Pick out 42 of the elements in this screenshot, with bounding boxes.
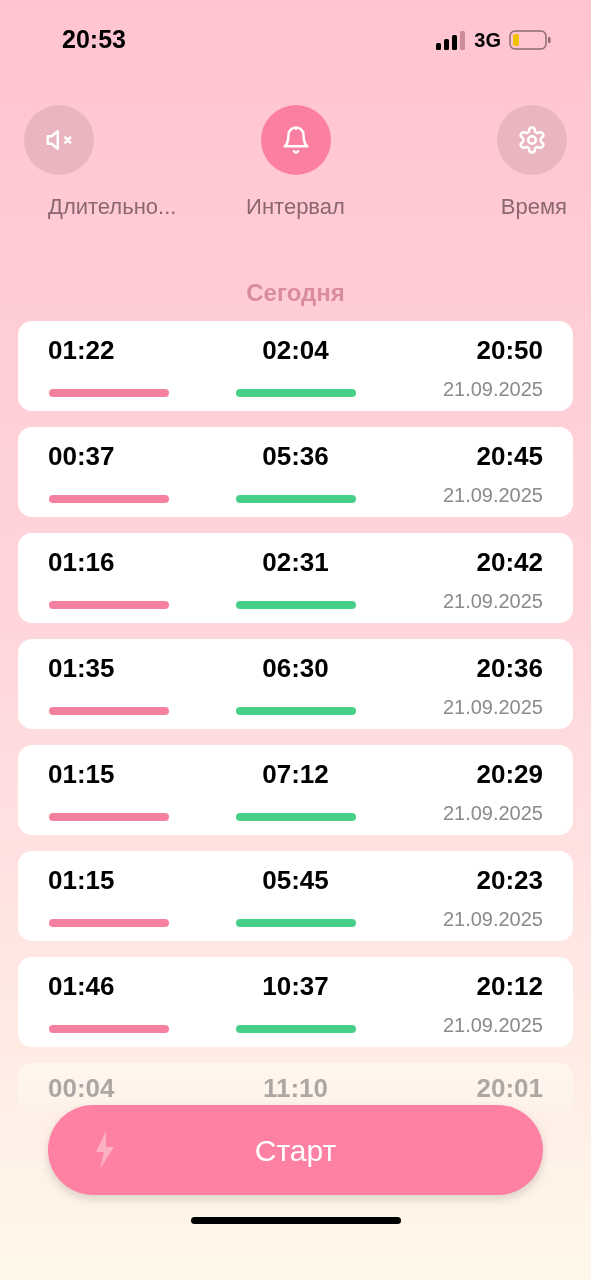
interval-text: 06:30 bbox=[262, 655, 329, 681]
date-text: 21.09.2025 bbox=[442, 803, 543, 823]
tab[interactable]: Длительно... bbox=[24, 105, 205, 223]
duration-text: 01:15 bbox=[48, 867, 115, 893]
start-button[interactable]: Старт bbox=[48, 1105, 543, 1195]
time-text: 20:23 bbox=[476, 867, 543, 893]
signal-icon bbox=[436, 30, 467, 50]
time-text: 20:36 bbox=[476, 655, 543, 681]
tab[interactable]: Интервал bbox=[205, 105, 386, 223]
interval-text: 07:12 bbox=[262, 761, 329, 787]
date-text: 21.09.2025 bbox=[442, 1015, 543, 1035]
date-text: 21.09.2025 bbox=[442, 909, 543, 929]
battery-icon bbox=[509, 30, 551, 50]
lightning-icon bbox=[94, 1131, 116, 1169]
date-text: 21.09.2025 bbox=[442, 697, 543, 717]
duration-text: 00:37 bbox=[48, 443, 115, 469]
duration-text: 01:15 bbox=[48, 761, 115, 787]
time-text: 20:12 bbox=[476, 973, 543, 999]
clock-text: 20:53 bbox=[62, 24, 126, 56]
interval-text: 05:45 bbox=[262, 867, 329, 893]
time-text: 20:01 bbox=[476, 1075, 543, 1101]
date-text: 21.09.2025 bbox=[442, 591, 543, 611]
time-text: 20:50 bbox=[476, 337, 543, 363]
network-text: 3G bbox=[474, 28, 501, 53]
interval-text: 02:31 bbox=[262, 549, 329, 575]
time-text: 20:42 bbox=[476, 549, 543, 575]
date-text: 21.09.2025 bbox=[442, 379, 543, 399]
duration-text: 01:22 bbox=[48, 337, 115, 363]
settings-icon bbox=[517, 125, 547, 155]
interval-text: 11:10 bbox=[262, 1075, 329, 1101]
date-text: 21.09.2025 bbox=[442, 485, 543, 505]
duration-text: 00:04 bbox=[48, 1075, 115, 1101]
duration-text: 01:16 bbox=[48, 549, 115, 575]
duration-text: 01:35 bbox=[48, 655, 115, 681]
interval-text: 10:37 bbox=[262, 973, 329, 999]
time-text: 20:29 bbox=[476, 761, 543, 787]
interval-text: 05:36 bbox=[262, 443, 329, 469]
duration-text: 01:46 bbox=[48, 973, 115, 999]
time-text: 20:45 bbox=[476, 443, 543, 469]
section-title: Сегодня bbox=[246, 281, 345, 305]
tab[interactable]: Время bbox=[386, 105, 567, 223]
interval-text: 02:04 bbox=[262, 337, 329, 363]
